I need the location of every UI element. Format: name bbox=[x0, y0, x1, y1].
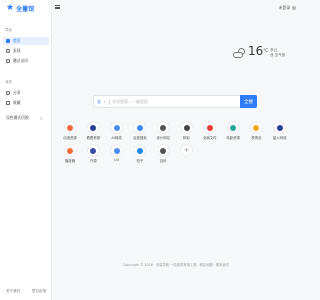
weather-widget[interactable]: 16°C 多云 良 空气良 bbox=[233, 45, 285, 59]
site-label: 星火网络 bbox=[272, 136, 287, 140]
sidebar-item-discover[interactable]: 发现 bbox=[3, 47, 49, 55]
chevron-down-icon[interactable]: ▾ bbox=[104, 100, 106, 104]
partly-cloudy-icon bbox=[233, 48, 246, 59]
home-icon bbox=[6, 39, 10, 43]
login-link[interactable]: 未登录 bbox=[279, 5, 290, 11]
site-icon bbox=[204, 122, 216, 133]
site-label: 全局文件 bbox=[203, 136, 217, 140]
sidebar: ★ 全量馆 导航 首页 发现 最近访问 我的 分享 收藏 深色模式切换 ☼ 关于… bbox=[0, 0, 52, 300]
search-bar: 全 ▾ 全搜 bbox=[93, 95, 257, 108]
site-shortcut[interactable]: 开源 bbox=[81, 145, 105, 163]
add-icon: + bbox=[181, 145, 192, 156]
site-icon bbox=[64, 145, 76, 156]
site-label: 动漫资源 bbox=[63, 136, 77, 140]
site-label: 百科 bbox=[159, 159, 167, 163]
site-label: UU bbox=[114, 158, 120, 162]
sidebar-item-label: 首页 bbox=[13, 38, 21, 43]
sidebar-item-label: 最近访问 bbox=[13, 58, 29, 63]
site-icon bbox=[227, 122, 239, 133]
site-label: 知乎 bbox=[136, 159, 144, 163]
site-shortcut[interactable]: 看看资源 bbox=[81, 122, 105, 140]
divider bbox=[108, 98, 110, 105]
site-icon bbox=[181, 122, 192, 133]
theme-toggle-label: 深色模式切换 bbox=[6, 115, 29, 120]
site-icon bbox=[134, 122, 146, 133]
section-title-mine: 我的 bbox=[5, 80, 13, 84]
section-title-nav: 导航 bbox=[5, 28, 13, 32]
site-label: 看看资源 bbox=[86, 136, 101, 140]
logo-star-icon: ★ bbox=[6, 3, 15, 13]
sun-icon: ☼ bbox=[39, 115, 43, 121]
search-engine-selector[interactable]: 全 bbox=[97, 99, 101, 105]
weather-temp-value: 16 bbox=[248, 44, 264, 58]
theme-toggle[interactable]: 深色模式切换 ☼ bbox=[3, 114, 49, 122]
logo-text: 全量馆 bbox=[16, 6, 35, 13]
site-label: 表情包 bbox=[251, 136, 262, 140]
weather-temp: 16°C bbox=[248, 45, 268, 57]
site-icon bbox=[250, 122, 262, 133]
about-link[interactable]: 关于我们 bbox=[6, 289, 20, 294]
site-shortcut[interactable]: 百度搜索 bbox=[128, 122, 152, 140]
sidebar-bottom-links: 关于我们 意见反馈 bbox=[0, 289, 52, 294]
site-shortcut[interactable]: UU bbox=[105, 145, 129, 162]
site-shortcut[interactable]: 表情包 bbox=[244, 122, 268, 140]
weather-temp-unit: °C bbox=[263, 48, 269, 53]
site-label: 精彩 bbox=[183, 136, 190, 140]
site-icon bbox=[111, 145, 123, 156]
site-shortcut[interactable]: AI网络 bbox=[105, 122, 129, 140]
site-icon bbox=[157, 122, 169, 133]
weather-air-quality: 良 空气良 bbox=[270, 53, 286, 57]
site-label: 播放器 bbox=[64, 159, 76, 163]
site-shortcut[interactable]: 电影资源 bbox=[221, 122, 245, 140]
logo[interactable]: ★ 全量馆 bbox=[6, 3, 35, 14]
search-button[interactable]: 全搜 bbox=[240, 95, 257, 108]
site-icon bbox=[134, 145, 146, 156]
site-icon bbox=[157, 145, 169, 156]
site-shortcut[interactable]: 星火网络 bbox=[268, 122, 292, 140]
site-shortcut[interactable]: 百科 bbox=[151, 145, 175, 163]
feedback-link[interactable]: 意见反馈 bbox=[32, 289, 46, 294]
search-box[interactable]: 全 ▾ bbox=[93, 95, 240, 108]
site-icon bbox=[111, 122, 123, 133]
menu-icon[interactable] bbox=[55, 5, 60, 9]
sidebar-item-home[interactable]: 首页 bbox=[3, 37, 49, 45]
search-input[interactable] bbox=[112, 99, 213, 104]
clock-icon bbox=[6, 59, 10, 63]
sidebar-item-label: 分享 bbox=[13, 90, 21, 95]
site-label: 开源 bbox=[89, 159, 97, 163]
sidebar-item-share[interactable]: 分享 bbox=[3, 89, 49, 97]
site-icon bbox=[87, 122, 99, 133]
sidebar-item-label: 发现 bbox=[13, 48, 21, 53]
share-icon bbox=[6, 91, 10, 95]
weather-info: 多云 良 空气良 bbox=[270, 48, 285, 58]
avatar[interactable] bbox=[292, 5, 296, 10]
site-shortcut[interactable]: 播放器 bbox=[58, 145, 82, 163]
site-shortcut[interactable]: 全局文件 bbox=[198, 122, 222, 140]
star-icon bbox=[6, 101, 10, 105]
site-shortcut[interactable]: 动漫资源 bbox=[58, 122, 82, 140]
site-label: 设计网站 bbox=[156, 136, 170, 140]
footer: Copyright © 2018 · 全量导航·一站收录常用工具 · 网站地图 … bbox=[122, 263, 230, 267]
topbar: 未登录 bbox=[52, 0, 300, 16]
sidebar-item-favorites[interactable]: 收藏 bbox=[3, 99, 49, 107]
site-icon bbox=[64, 122, 76, 133]
site-label: 百度搜索 bbox=[133, 136, 147, 140]
site-icon bbox=[274, 122, 286, 133]
site-icon bbox=[87, 145, 99, 156]
compass-icon bbox=[6, 49, 10, 53]
site-label: 电影资源 bbox=[226, 136, 240, 140]
site-shortcut[interactable]: 设计网站 bbox=[151, 122, 175, 140]
site-label: AI网络 bbox=[111, 136, 122, 140]
sidebar-item-label: 收藏 bbox=[13, 100, 21, 105]
site-shortcut[interactable]: 知乎 bbox=[128, 145, 152, 163]
site-shortcut[interactable]: 精彩 bbox=[175, 122, 199, 140]
sidebar-item-recent[interactable]: 最近访问 bbox=[3, 57, 49, 65]
site-shortcut[interactable]: + bbox=[175, 145, 199, 158]
